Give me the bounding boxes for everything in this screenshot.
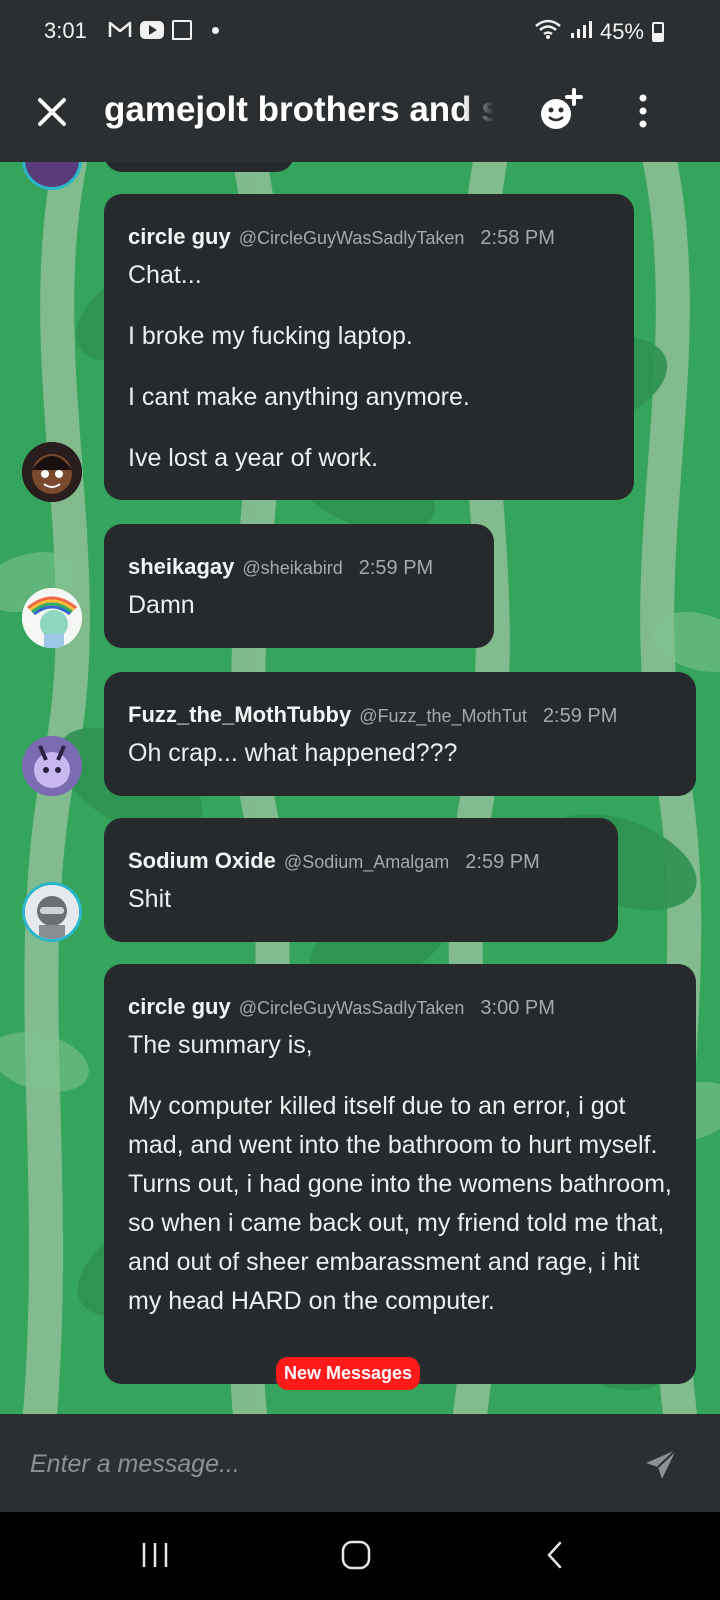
add-emoji-button[interactable] xyxy=(536,88,586,134)
message-line: Shit xyxy=(128,885,172,913)
twitch-icon xyxy=(172,20,192,40)
chat-message-list[interactable]: circle guy @CircleGuyWasSadlyTaken 2:58 … xyxy=(0,162,720,1414)
battery-percent: 45% xyxy=(599,19,644,44)
message-text: Oh crap... what happened??? xyxy=(128,734,674,773)
more-vertical-icon xyxy=(639,94,647,128)
message-line: Oh crap... what happened??? xyxy=(128,739,458,767)
avatar[interactable] xyxy=(22,882,82,942)
message-bubble[interactable]: Sodium Oxide @Sodium_Amalgam 2:59 PM Shi… xyxy=(104,818,618,942)
message-handle: @Fuzz_the_MothTut xyxy=(359,706,527,726)
back-icon xyxy=(547,1541,562,1569)
message-author[interactable]: Sodium Oxide xyxy=(128,848,276,874)
message-author[interactable]: Fuzz_the_MothTubby xyxy=(128,702,351,728)
message-text: Chat... I broke my fucking laptop. I can… xyxy=(128,256,612,478)
wifi-icon xyxy=(534,18,562,46)
gmail-icon xyxy=(108,21,132,39)
send-icon xyxy=(646,1449,677,1479)
message-time: 2:58 PM xyxy=(480,227,555,249)
avatar-image xyxy=(22,588,82,648)
message-handle: @CircleGuyWasSadlyTaken xyxy=(238,998,465,1018)
add-emoji-icon xyxy=(541,88,583,129)
status-bar: 3:01 45% xyxy=(0,0,720,62)
avatar[interactable] xyxy=(22,736,82,796)
message-line: I broke my fucking laptop. xyxy=(128,322,413,350)
message-line: Chat... xyxy=(128,261,202,289)
message-handle: @sheikabird xyxy=(242,558,343,578)
message-line: The summary is, xyxy=(128,1031,313,1059)
chat-header: gamejolt brothers and s xyxy=(0,62,720,162)
avatar-image xyxy=(25,885,79,939)
recent-apps-button[interactable] xyxy=(140,1540,170,1575)
close-button[interactable] xyxy=(30,90,74,134)
chat-title: gamejolt brothers and s xyxy=(104,90,494,129)
avatar[interactable] xyxy=(22,588,82,648)
message-header: sheikagay @sheikabird 2:59 PM xyxy=(128,554,472,580)
back-button[interactable] xyxy=(544,1540,566,1575)
avatar[interactable] xyxy=(22,442,82,502)
android-nav-bar xyxy=(0,1512,720,1600)
home-icon xyxy=(341,1540,371,1570)
message-bubble[interactable]: Fuzz_the_MothTubby @Fuzz_the_MothTut 2:5… xyxy=(104,672,696,796)
close-icon xyxy=(38,98,66,126)
message-time: 3:00 PM xyxy=(480,997,555,1019)
new-messages-badge[interactable]: New Messages xyxy=(276,1357,421,1390)
recent-apps-icon xyxy=(142,1543,168,1567)
message-bubble[interactable]: circle guy @CircleGuyWasSadlyTaken 2:58 … xyxy=(104,194,634,500)
message-time: 2:59 PM xyxy=(465,851,540,873)
message-header: circle guy @CircleGuyWasSadlyTaken 2:58 … xyxy=(128,224,612,250)
previous-message-bubble-partial xyxy=(104,162,294,172)
message-header: circle guy @CircleGuyWasSadlyTaken 3:00 … xyxy=(128,994,674,1020)
message-composer xyxy=(0,1414,720,1512)
message-author[interactable]: circle guy xyxy=(128,994,231,1020)
more-options-button[interactable] xyxy=(628,92,658,132)
message-handle: @Sodium_Amalgam xyxy=(283,852,450,872)
battery-icon xyxy=(652,22,664,42)
message-text: The summary is, My computer killed itsel… xyxy=(128,1026,674,1321)
home-button[interactable] xyxy=(340,1540,372,1575)
message-input[interactable] xyxy=(30,1444,590,1484)
status-app-icons xyxy=(108,20,219,40)
message-text: Shit xyxy=(128,880,596,919)
send-button[interactable] xyxy=(644,1448,678,1482)
message-bubble[interactable]: circle guy @CircleGuyWasSadlyTaken 3:00 … xyxy=(104,964,696,1384)
message-header: Fuzz_the_MothTubby @Fuzz_the_MothTut 2:5… xyxy=(128,702,674,728)
notification-dot-icon xyxy=(212,26,219,34)
message-header: Sodium Oxide @Sodium_Amalgam 2:59 PM xyxy=(128,848,596,874)
signal-icon xyxy=(570,19,592,45)
status-system-icons: 45% xyxy=(534,18,664,46)
status-time: 3:01 xyxy=(44,18,87,43)
message-time: 2:59 PM xyxy=(358,557,434,579)
message-line: Damn xyxy=(128,591,195,619)
avatar-image xyxy=(22,442,82,502)
avatar-image xyxy=(22,736,82,796)
message-bubble[interactable]: sheikagay @sheikabird 2:59 PM Damn xyxy=(104,524,494,648)
youtube-icon xyxy=(140,21,164,39)
message-line: I cant make anything anymore. xyxy=(128,383,470,411)
message-author[interactable]: sheikagay xyxy=(128,554,234,580)
message-line: My computer killed itself due to an erro… xyxy=(128,1092,672,1315)
message-text: Damn xyxy=(128,586,472,625)
message-handle: @CircleGuyWasSadlyTaken xyxy=(238,228,465,248)
message-author[interactable]: circle guy xyxy=(128,224,231,250)
message-time: 2:59 PM xyxy=(542,705,618,727)
message-line: Ive lost a year of work. xyxy=(128,444,379,472)
